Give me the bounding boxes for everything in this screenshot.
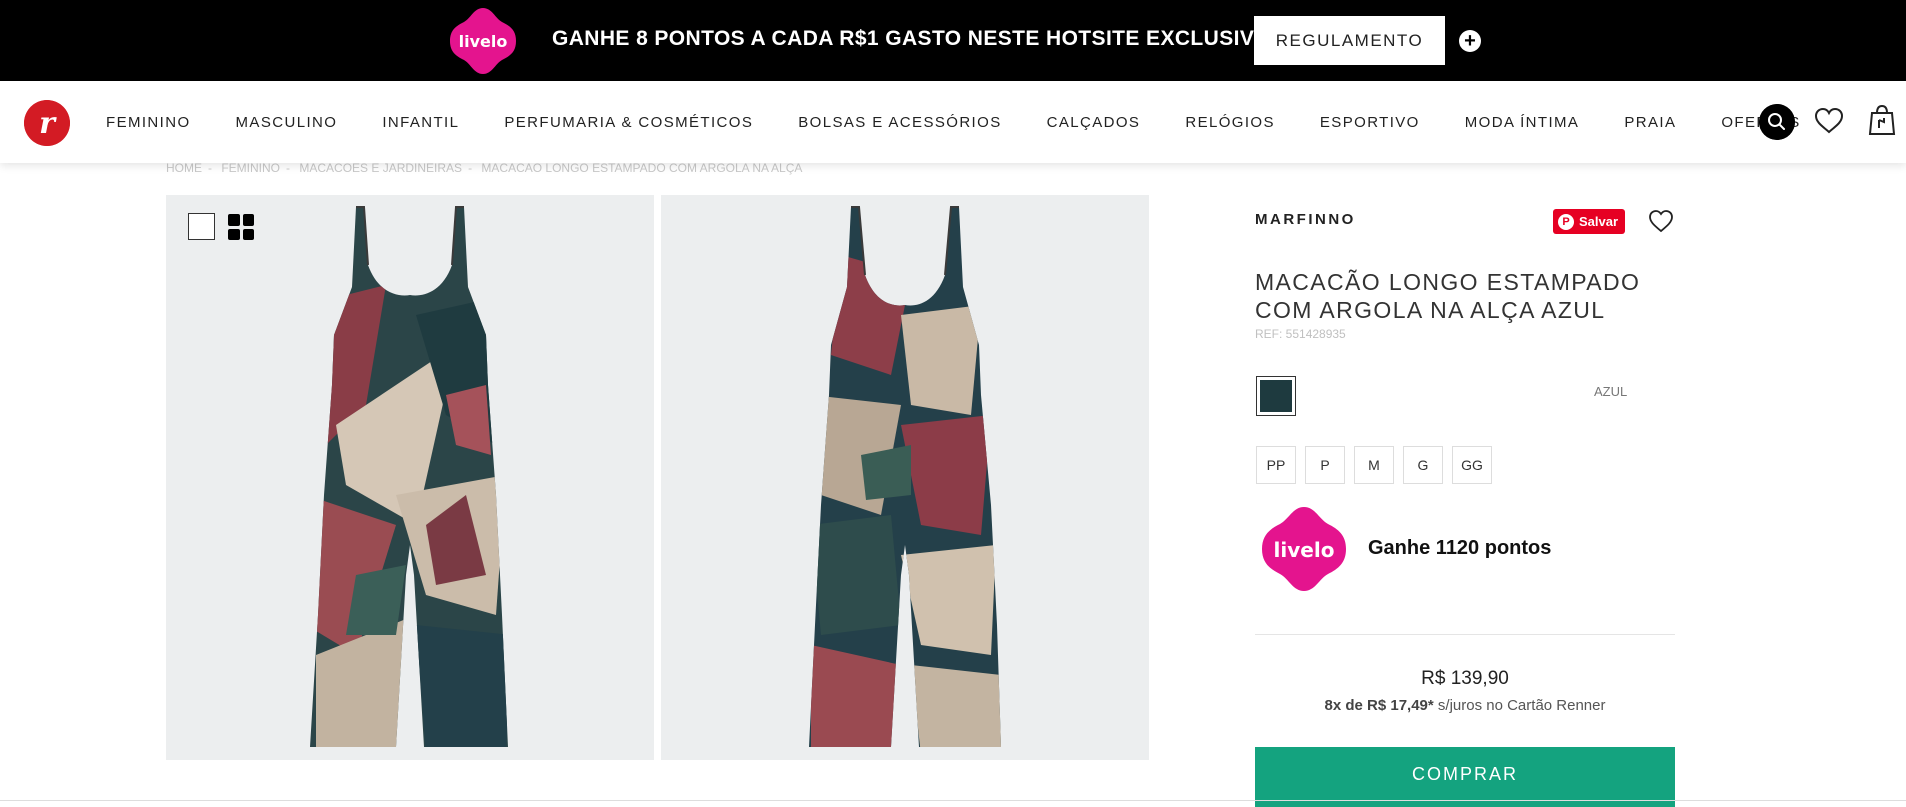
breadcrumb-category[interactable]: MACACÕES E JARDINEIRAS: [299, 161, 462, 175]
size-selector: PP P M G GG: [1256, 446, 1501, 484]
shopping-bag-icon[interactable]: [1868, 104, 1896, 136]
swatch-fill: [1260, 380, 1292, 412]
product-brand[interactable]: MARFINNO: [1255, 211, 1356, 228]
product-title: MACACÃO LONGO ESTAMPADO COM ARGOLA NA AL…: [1255, 269, 1641, 323]
single-view-icon[interactable]: [188, 213, 215, 240]
breadcrumb: HOME - FEMININO - MACACÕES E JARDINEIRAS - …: [166, 161, 808, 175]
installments-condition: s/juros no Cartão Renner: [1433, 697, 1606, 714]
divider: [1255, 634, 1675, 635]
size-option-g[interactable]: G: [1403, 446, 1443, 484]
selected-color-name: AZUL: [1594, 384, 1628, 399]
promo-text: GANHE 8 PONTOS A CADA R$1 GASTO NESTE HO…: [552, 27, 1271, 50]
size-option-p[interactable]: P: [1305, 446, 1345, 484]
nav-item-calcados[interactable]: CALÇADOS: [1047, 114, 1141, 131]
size-option-pp[interactable]: PP: [1256, 446, 1296, 484]
size-option-gg[interactable]: GG: [1452, 446, 1492, 484]
livelo-badge-text: livelo: [1274, 538, 1335, 562]
livelo-points-logo: livelo: [1262, 507, 1346, 591]
nav-item-relogios[interactable]: RELÓGIOS: [1185, 114, 1275, 131]
breadcrumb-separator: -: [208, 161, 212, 175]
installments-text: 8x de R$ 17,49* s/juros no Cartão Renner: [1255, 697, 1675, 714]
jumpsuit-front-illustration: [310, 206, 508, 747]
favorite-heart-icon[interactable]: [1648, 209, 1674, 233]
nav-item-moda-intima[interactable]: MODA ÍNTIMA: [1465, 114, 1580, 131]
nav-item-infantil[interactable]: INFANTIL: [382, 114, 459, 131]
regulamento-button[interactable]: REGULAMENTO: [1254, 16, 1445, 65]
nav-menu: FEMININO MASCULINO INFANTIL PERFUMARIA &…: [106, 81, 1846, 163]
breadcrumb-separator: -: [286, 161, 291, 175]
product-image-back[interactable]: [661, 195, 1149, 760]
main-navigation: r FEMININO MASCULINO INFANTIL PERFUMARIA…: [0, 81, 1906, 163]
livelo-logo: livelo: [450, 8, 516, 74]
installments-amount: 8x de R$ 17,49*: [1324, 697, 1434, 714]
pinterest-save-label: Salvar: [1579, 214, 1619, 229]
search-icon[interactable]: [1759, 104, 1795, 140]
size-option-m[interactable]: M: [1354, 446, 1394, 484]
renner-logo-letter: r: [39, 106, 57, 141]
product-ref: REF: 551428935: [1255, 327, 1346, 341]
nav-item-bolsas[interactable]: BOLSAS E ACESSÓRIOS: [798, 114, 1001, 131]
livelo-logo-text: livelo: [459, 32, 508, 51]
pinterest-save-button[interactable]: P Salvar: [1553, 209, 1625, 234]
breadcrumb-separator: -: [468, 161, 473, 175]
breadcrumb-home[interactable]: HOME: [166, 161, 202, 175]
pinterest-icon: P: [1558, 213, 1574, 230]
plus-icon[interactable]: +: [1459, 30, 1481, 52]
breadcrumb-current: MACACÃO LONGO ESTAMPADO COM ARGOLA NA AL…: [481, 161, 803, 175]
buy-button[interactable]: COMPRAR: [1255, 747, 1675, 807]
product-price: R$ 139,90: [1421, 668, 1509, 689]
breadcrumb-feminino[interactable]: FEMININO: [221, 161, 280, 175]
color-swatch-azul[interactable]: [1256, 376, 1296, 416]
nav-item-perfumaria[interactable]: PERFUMARIA & COSMÉTICOS: [504, 114, 753, 131]
points-text: Ganhe 1120 pontos: [1368, 537, 1552, 559]
grid-view-icon[interactable]: [228, 214, 254, 240]
heart-icon[interactable]: [1814, 107, 1844, 135]
product-image-front[interactable]: [166, 195, 654, 760]
nav-item-feminino[interactable]: FEMININO: [106, 114, 191, 131]
jumpsuit-back-illustration: [809, 206, 1001, 747]
nav-item-esportivo[interactable]: ESPORTIVO: [1320, 114, 1420, 131]
promo-banner: livelo GANHE 8 PONTOS A CADA R$1 GASTO N…: [0, 0, 1906, 81]
renner-logo[interactable]: r: [24, 100, 70, 146]
nav-item-masculino[interactable]: MASCULINO: [236, 114, 338, 131]
nav-item-praia[interactable]: PRAIA: [1624, 114, 1676, 131]
